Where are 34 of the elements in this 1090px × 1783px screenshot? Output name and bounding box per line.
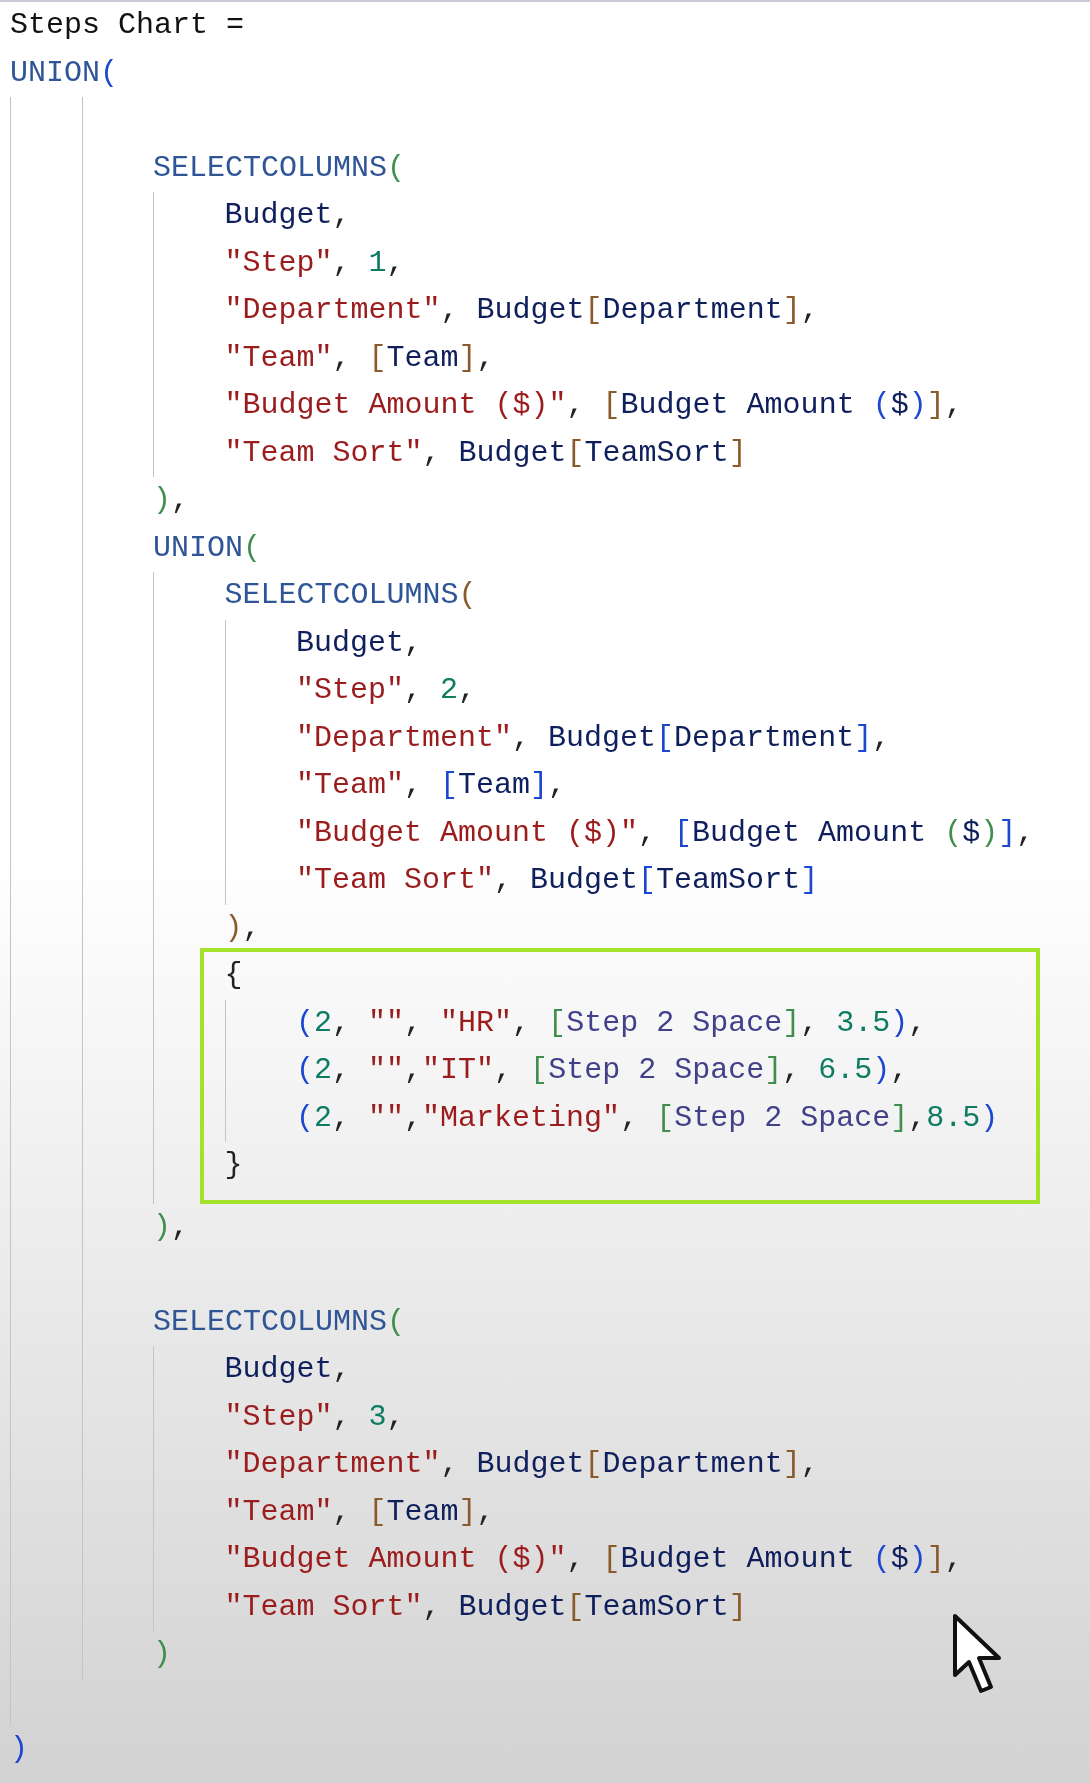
code-line: ), [224, 909, 261, 947]
code-line: Steps Chart = [10, 7, 245, 44]
code-line: "Department", Budget[Department], [224, 292, 819, 329]
code-line: "Step", 3, [224, 1398, 405, 1436]
code-line: "Team", [Team], [224, 339, 495, 377]
code-line: Budget, [224, 197, 351, 234]
code-line: ) [153, 1636, 171, 1673]
code-line: } [224, 1147, 243, 1184]
code-line: "Budget Amount ($)", [Budget Amount ($)], [224, 387, 963, 424]
code-line: ) [10, 1731, 28, 1768]
code-line: Budget, [296, 624, 423, 662]
code-line: ), [153, 482, 190, 519]
code-line: SELECTCOLUMNS( [153, 1303, 406, 1341]
code-line: SELECTCOLUMNS( [153, 149, 406, 187]
code-line: "Step", 1, [224, 244, 405, 282]
code-line: "Department", Budget[Department], [224, 1446, 819, 1483]
code-line: UNION( [10, 54, 119, 92]
code-line: Budget, [224, 1351, 351, 1388]
code-line: "Team", [Team], [224, 1493, 495, 1531]
code-line: "Team Sort", Budget[TeamSort] [296, 862, 819, 899]
code-line: (2, "", "HR", [Step 2 Space], 3.5), [296, 1004, 927, 1042]
code-line: "Team Sort", Budget[TeamSort] [224, 1588, 747, 1626]
code-line: UNION( [153, 529, 262, 567]
code-line: "Team Sort", Budget[TeamSort] [224, 434, 747, 472]
code-line: "Team", [Team], [296, 767, 567, 804]
code-line: "Budget Amount ($)", [Budget Amount ($)], [224, 1541, 963, 1578]
code-line: SELECTCOLUMNS( [224, 577, 477, 614]
code-line: { [224, 957, 243, 994]
code-line: ), [153, 1208, 190, 1246]
code-line: "Step", 2, [296, 672, 477, 709]
code-line: "Budget Amount ($)", [Budget Amount ($)], [296, 814, 1035, 852]
code-line: (2, "","Marketing", [Step 2 Space],8.5) [296, 1099, 999, 1137]
code-line: (2, "","IT", [Step 2 Space], 6.5), [296, 1052, 909, 1089]
code-line: "Department", Budget[Department], [296, 719, 891, 757]
